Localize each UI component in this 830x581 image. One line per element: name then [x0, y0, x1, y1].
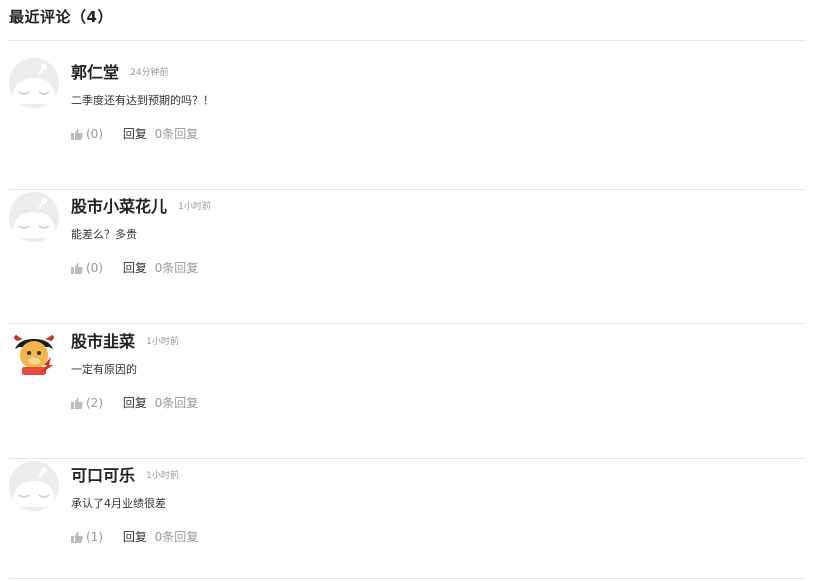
reply-count-link[interactable]: 0条回复 [155, 126, 199, 142]
divider [9, 458, 806, 459]
like-count: (2) [86, 395, 103, 410]
reply-count-link[interactable]: 0条回复 [155, 260, 199, 276]
comment-text: 一定有原因的 [71, 363, 137, 376]
author-name[interactable]: 股市韭菜 [71, 332, 135, 351]
comment-actions: (0) 回复 0条回复 [71, 259, 198, 275]
divider [9, 323, 806, 324]
divider [9, 578, 806, 579]
avatar[interactable] [9, 327, 59, 377]
comment-time: 1小时前 [178, 201, 211, 212]
thumbs-up-icon [71, 262, 83, 274]
like-button[interactable]: (1) [71, 529, 103, 545]
default-cat-avatar-icon [9, 58, 59, 108]
avatar[interactable] [9, 58, 59, 108]
reply-button[interactable]: 回复 [123, 529, 147, 545]
reply-count-link[interactable]: 0条回复 [155, 529, 199, 545]
comment-item: 股市韭菜 1小时前 一定有原因的 (2) 回复 0条回复 [9, 327, 806, 461]
comment-text: 二季度还有达到预期的吗？！ [71, 94, 214, 107]
thumbs-up-icon [71, 397, 83, 409]
author-row: 股市韭菜 1小时前 [71, 328, 179, 352]
comment-actions: (1) 回复 0条回复 [71, 528, 198, 544]
comment-actions: (0) 回复 0条回复 [71, 125, 198, 141]
author-row: 郭仁堂 24分钟前 [71, 59, 169, 83]
like-count: (1) [86, 529, 103, 544]
reply-button[interactable]: 回复 [123, 126, 147, 142]
avatar[interactable] [9, 192, 59, 242]
thumbs-up-icon [71, 531, 83, 543]
like-count: (0) [86, 126, 103, 141]
author-row: 可口可乐 1小时前 [71, 462, 179, 486]
comment-item: 可口可乐 1小时前 承认了4月业绩很差 (1) 回复 0条回复 [9, 461, 806, 581]
default-cat-avatar-icon [9, 192, 59, 242]
comments-panel: 最近评论（4） 郭仁堂 24分钟前 二季度还有达到预期的吗？！ (0) 回复 0… [0, 0, 830, 581]
comment-text: 承认了4月业绩很差 [71, 497, 166, 510]
comment-time: 1小时前 [146, 336, 179, 347]
comment-text: 能差么？多贵 [71, 228, 137, 241]
section-title: 最近评论（4） [9, 8, 113, 26]
author-row: 股市小菜花儿 1小时前 [71, 193, 211, 217]
author-name[interactable]: 可口可乐 [71, 466, 135, 485]
thumbs-up-icon [71, 128, 83, 140]
bull-mascot-avatar-icon [9, 327, 59, 377]
reply-button[interactable]: 回复 [123, 260, 147, 276]
divider [9, 189, 806, 190]
like-button[interactable]: (2) [71, 395, 103, 411]
author-name[interactable]: 股市小菜花儿 [71, 197, 167, 216]
like-count: (0) [86, 260, 103, 275]
comment-time: 1小时前 [146, 470, 179, 481]
like-button[interactable]: (0) [71, 260, 103, 276]
avatar[interactable] [9, 461, 59, 511]
like-button[interactable]: (0) [71, 126, 103, 142]
comment-item: 郭仁堂 24分钟前 二季度还有达到预期的吗？！ (0) 回复 0条回复 [9, 58, 806, 192]
comment-time: 24分钟前 [130, 67, 169, 78]
divider [9, 40, 806, 41]
author-name[interactable]: 郭仁堂 [71, 63, 119, 82]
reply-button[interactable]: 回复 [123, 395, 147, 411]
default-cat-avatar-icon [9, 461, 59, 511]
comment-item: 股市小菜花儿 1小时前 能差么？多贵 (0) 回复 0条回复 [9, 192, 806, 326]
comment-actions: (2) 回复 0条回复 [71, 394, 198, 410]
reply-count-link[interactable]: 0条回复 [155, 395, 199, 411]
